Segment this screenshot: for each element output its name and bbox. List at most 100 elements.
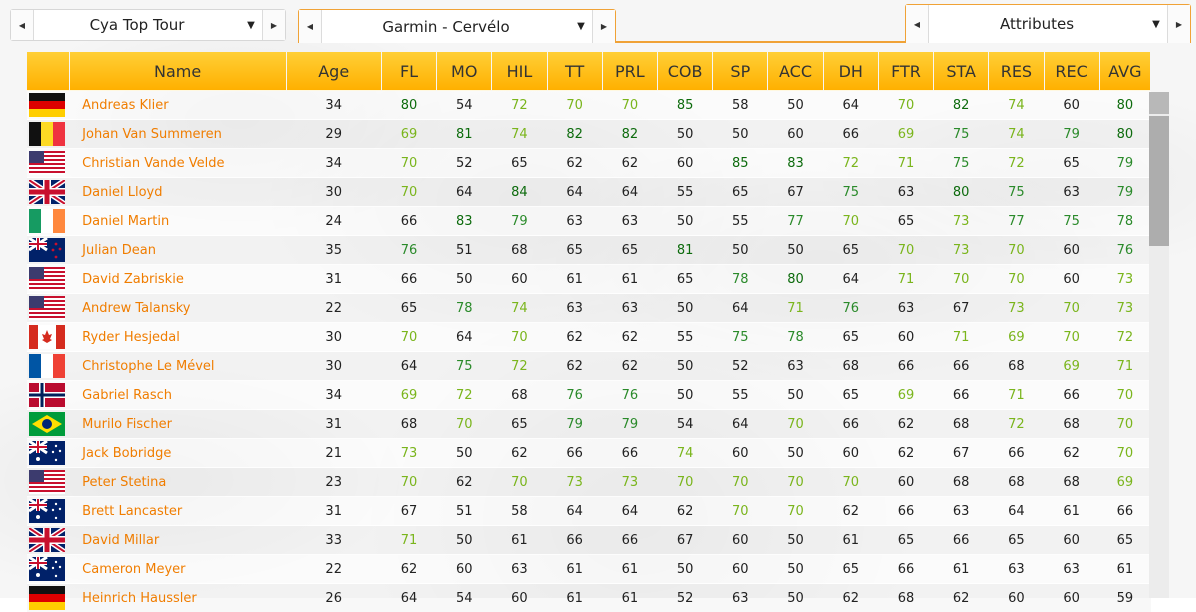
stat-avg: 73 <box>1099 294 1150 323</box>
table-row[interactable]: Andreas Klier348054727070855850647082746… <box>27 91 1151 120</box>
table-row[interactable]: Brett Lancaster3167515864646270706266636… <box>27 497 1151 526</box>
view-selector[interactable]: ◀ Attributes ▼ ▶ <box>905 4 1191 43</box>
stat-rec: 66 <box>1044 381 1099 410</box>
rider-name-link[interactable]: Andrew Talansky <box>69 294 286 323</box>
table-row[interactable]: Murilo Fischer31687065797954647066626872… <box>27 410 1151 439</box>
stat-rec: 79 <box>1044 120 1099 149</box>
scrollbar-top-cap[interactable] <box>1149 92 1169 114</box>
column-header-acc[interactable]: ACC <box>768 52 823 91</box>
rider-name-link[interactable]: David Millar <box>69 526 286 555</box>
new-zealand-flag <box>29 238 65 262</box>
rider-name-link[interactable]: Peter Stetina <box>69 468 286 497</box>
rider-name-link[interactable]: Brett Lancaster <box>69 497 286 526</box>
team-selector-value: Garmin - Cervélo <box>322 18 570 36</box>
stat-rec: 75 <box>1044 207 1099 236</box>
stat-rec: 68 <box>1044 410 1099 439</box>
table-row[interactable]: David Zabriskie3166506061616578806471707… <box>27 265 1151 294</box>
rider-name-link[interactable]: Julian Dean <box>69 236 286 265</box>
australia-flag <box>29 441 65 465</box>
usa-flag <box>29 296 65 320</box>
stat-sta: 66 <box>934 526 989 555</box>
stat-avg: 70 <box>1099 381 1150 410</box>
stat-sp: 60 <box>713 526 768 555</box>
stat-hil: 70 <box>492 468 547 497</box>
column-header-fl[interactable]: FL <box>381 52 436 91</box>
stat-rec: 61 <box>1044 497 1099 526</box>
stat-acc: 77 <box>768 207 823 236</box>
stat-fl: 66 <box>381 207 436 236</box>
rider-name-link[interactable]: Ryder Hesjedal <box>69 323 286 352</box>
stat-dh: 65 <box>823 381 878 410</box>
table-row[interactable]: Daniel Lloyd3070648464645565677563807563… <box>27 178 1151 207</box>
rider-name-link[interactable]: Christian Vande Velde <box>69 149 286 178</box>
column-header-sp[interactable]: SP <box>713 52 768 91</box>
rider-name-link[interactable]: David Zabriskie <box>69 265 286 294</box>
rider-name-link[interactable]: Murilo Fischer <box>69 410 286 439</box>
rider-age: 22 <box>286 294 381 323</box>
rider-name-link[interactable]: Christophe Le Mével <box>69 352 286 381</box>
table-row[interactable]: Ryder Hesjedal30706470626255757865607169… <box>27 323 1151 352</box>
table-row[interactable]: Johan Van Summeren2969817482825050606669… <box>27 120 1151 149</box>
rider-name-link[interactable]: Andreas Klier <box>69 91 286 120</box>
column-header-tt[interactable]: TT <box>547 52 602 91</box>
next-race-arrow-icon[interactable]: ▶ <box>262 10 285 40</box>
table-row[interactable]: Peter Stetina237062707373707070706068686… <box>27 468 1151 497</box>
rider-name-link[interactable]: Daniel Martin <box>69 207 286 236</box>
table-row[interactable]: Daniel Martin246683796363505577706573777… <box>27 207 1151 236</box>
column-header-hil[interactable]: HIL <box>492 52 547 91</box>
stat-tt: 62 <box>547 352 602 381</box>
column-header-mo[interactable]: MO <box>437 52 492 91</box>
column-header-cob[interactable]: COB <box>657 52 712 91</box>
column-header-prl[interactable]: PRL <box>602 52 657 91</box>
column-header-name[interactable]: Name <box>69 52 286 91</box>
rider-name-link[interactable]: Daniel Lloyd <box>69 178 286 207</box>
rider-name-link[interactable]: Cameron Meyer <box>69 555 286 584</box>
view-dropdown-icon[interactable]: ▼ <box>1145 19 1167 30</box>
table-row[interactable]: Julian Dean35765168656581505065707370607… <box>27 236 1151 265</box>
race-dropdown-icon[interactable]: ▼ <box>240 20 262 31</box>
stat-fl: 70 <box>381 468 436 497</box>
team-selector[interactable]: ◀ Garmin - Cervélo ▼ ▶ <box>298 9 616 43</box>
column-header-sta[interactable]: STA <box>934 52 989 91</box>
table-row[interactable]: Andrew Talansky2265787463635064717663677… <box>27 294 1151 323</box>
stat-rec: 60 <box>1044 526 1099 555</box>
next-team-arrow-icon[interactable]: ▶ <box>592 10 615 43</box>
rider-name-link[interactable]: Jack Bobridge <box>69 439 286 468</box>
column-header-dh[interactable]: DH <box>823 52 878 91</box>
previous-view-arrow-icon[interactable]: ◀ <box>906 5 929 43</box>
rider-name-link[interactable]: Gabriel Rasch <box>69 381 286 410</box>
table-row[interactable]: Jack Bobridge217350626666746050606267666… <box>27 439 1151 468</box>
table-scrollbar[interactable] <box>1149 92 1169 598</box>
stat-fl: 80 <box>381 91 436 120</box>
stat-avg: 70 <box>1099 410 1150 439</box>
team-dropdown-icon[interactable]: ▼ <box>570 21 592 32</box>
stat-acc: 67 <box>768 178 823 207</box>
column-header-rec[interactable]: REC <box>1044 52 1099 91</box>
stat-sta: 75 <box>934 120 989 149</box>
rider-age: 24 <box>286 207 381 236</box>
stat-dh: 76 <box>823 294 878 323</box>
column-header-ftr[interactable]: FTR <box>878 52 933 91</box>
table-row[interactable]: Christian Vande Velde3470526562626085837… <box>27 149 1151 178</box>
column-header-avg[interactable]: AVG <box>1099 52 1150 91</box>
scrollbar-thumb[interactable] <box>1149 116 1169 246</box>
stat-sp: 64 <box>713 410 768 439</box>
table-row[interactable]: Cameron Meyer226260636161506050656661636… <box>27 555 1151 584</box>
race-selector[interactable]: ◀ Cya Top Tour ▼ ▶ <box>10 9 286 41</box>
rider-age: 35 <box>286 236 381 265</box>
stat-ftr: 66 <box>878 497 933 526</box>
stat-fl: 70 <box>381 323 436 352</box>
rider-age: 30 <box>286 352 381 381</box>
rider-name-link[interactable]: Johan Van Summeren <box>69 120 286 149</box>
column-header-res[interactable]: RES <box>989 52 1044 91</box>
previous-team-arrow-icon[interactable]: ◀ <box>299 10 322 43</box>
table-row[interactable]: David Millar3371506166666760506165666560… <box>27 526 1151 555</box>
table-row[interactable]: Christophe Le Mével306475726262505263686… <box>27 352 1151 381</box>
race-selector-value: Cya Top Tour <box>34 16 240 34</box>
stat-prl: 64 <box>602 497 657 526</box>
column-header-age[interactable]: Age <box>286 52 381 91</box>
previous-race-arrow-icon[interactable]: ◀ <box>11 10 34 40</box>
next-view-arrow-icon[interactable]: ▶ <box>1167 5 1190 43</box>
table-row[interactable]: Gabriel Rasch346972687676505550656966716… <box>27 381 1151 410</box>
germany-flag <box>29 586 65 610</box>
